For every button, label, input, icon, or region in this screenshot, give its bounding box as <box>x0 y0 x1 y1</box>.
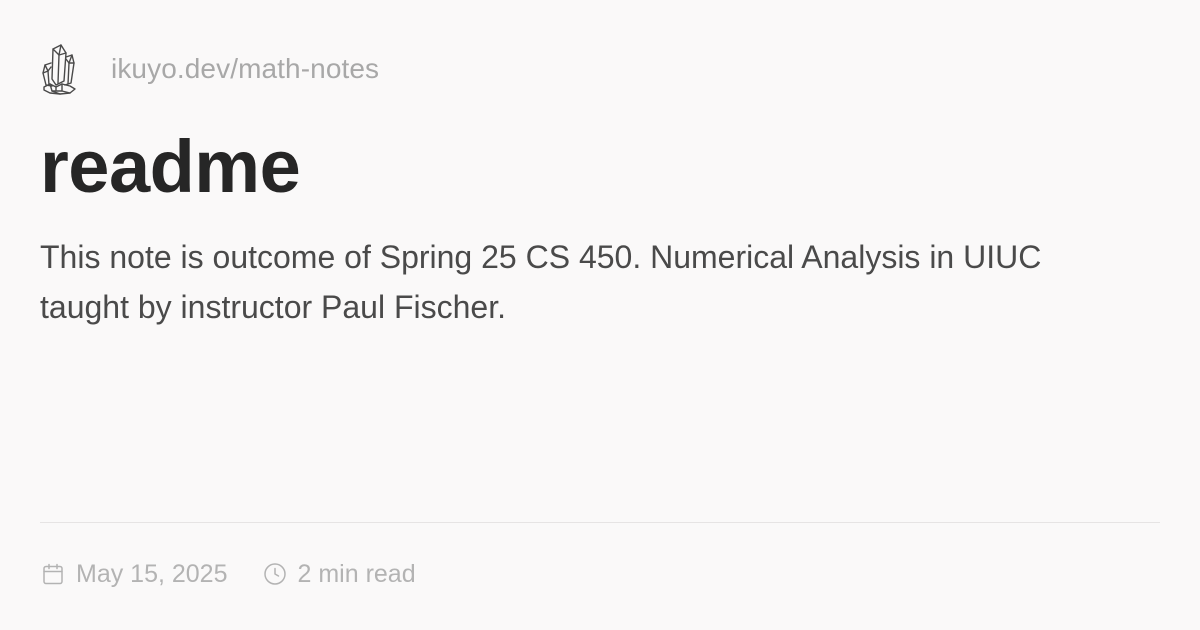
page-title: readme <box>40 125 301 208</box>
calendar-icon <box>40 561 66 587</box>
publish-date-text: May 15, 2025 <box>76 559 228 588</box>
divider <box>40 522 1160 523</box>
site-header: ikuyo.dev/math-notes <box>40 40 379 98</box>
article-description: This note is outcome of Spring 25 CS 450… <box>40 239 1042 325</box>
read-time: 2 min read <box>262 560 416 589</box>
read-time-text: 2 min read <box>297 559 416 588</box>
clock-icon <box>262 561 288 587</box>
crystal-cluster-icon[interactable] <box>40 40 94 98</box>
publish-date: May 15, 2025 <box>40 560 228 589</box>
article-meta: May 15, 2025 2 min read <box>40 555 416 593</box>
site-url-link[interactable]: ikuyo.dev/math-notes <box>111 53 379 85</box>
